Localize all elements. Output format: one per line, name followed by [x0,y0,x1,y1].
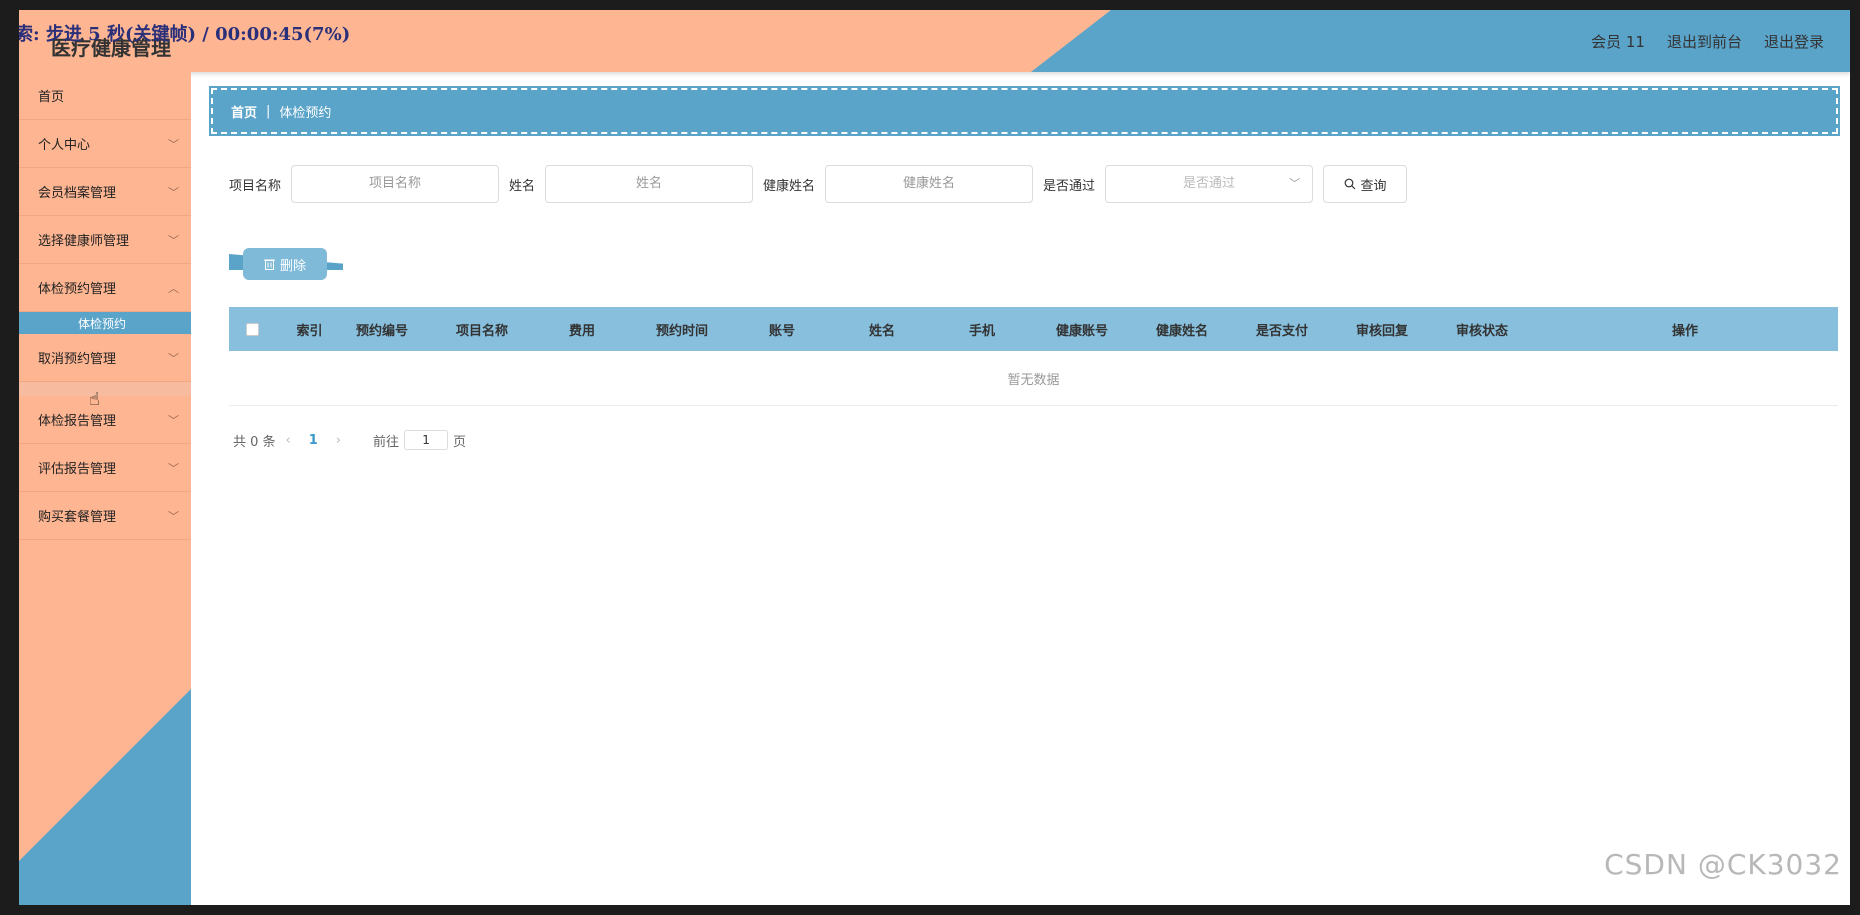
search-filters: 项目名称 项目名称 姓名 姓名 健康姓名 健康姓名 是否通过 是否通过 ﹀ 查询 [229,165,1408,203]
chevron-down-icon: ﹀ [168,462,179,475]
health-name-input[interactable]: 健康姓名 [825,165,1034,203]
submenu-item-checkup-booking[interactable]: 体检预约 [19,312,191,334]
name-input[interactable]: 姓名 [545,165,754,203]
sidebar-item-checkup-booking[interactable]: 体检预约管理 ︿ [19,264,191,312]
passed-select-placeholder: 是否通过 [1183,176,1236,191]
sidebar-item-assessment-report[interactable]: 评估报告管理 ﹀ [19,444,191,492]
chevron-down-icon: ﹀ [168,138,179,151]
project-name-label: 项目名称 [229,178,282,194]
video-overlay-text: 搜索: 步进 5 秒(关键帧) / 00:00:45(7%) [19,24,351,45]
passed-label: 是否通过 [1043,178,1096,194]
chevron-right-icon[interactable]: › [336,433,341,448]
sidebar-item-label: 体检预约管理 [38,282,117,297]
column-header: 账号 [768,323,795,339]
chevron-down-icon: ﹀ [1289,177,1301,190]
search-button-label: 查询 [1360,178,1387,194]
name-label: 姓名 [509,178,536,194]
column-header: 预约编号 [355,323,408,339]
sidebar-item-home[interactable]: 首页 [19,72,191,120]
sidebar-item-choose-health-advisor[interactable]: 选择健康师管理 ﹀ [19,216,191,264]
logout-link[interactable]: 退出登录 [1764,31,1824,52]
breadcrumb-home[interactable]: 首页 [231,102,257,121]
sidebar-item-label: 个人中心 [38,138,91,153]
sidebar-item-package-purchase[interactable]: 购买套餐管理 ﹀ [19,492,191,540]
trash-icon [263,259,275,270]
top-header: 医疗健康管理 搜索: 步进 5 秒(关键帧) / 00:00:45(7%) 会员… [19,10,1850,72]
column-header: 费用 [568,323,595,339]
delete-button[interactable]: 删除 [243,248,327,280]
sidebar-item-member-records[interactable]: 会员档案管理 ﹀ [19,168,191,216]
pagination: 共 0 条 ‹ 1 › 前往 1 页 [233,430,466,450]
chevron-down-icon: ﹀ [168,414,179,427]
column-header: 审核回复 [1355,323,1408,339]
screen-bottom-bar [0,905,1860,915]
column-header: 操作 [1671,323,1698,339]
column-header: 是否支付 [1255,323,1308,339]
pagination-total: 共 0 条 [233,434,276,450]
search-icon [1344,178,1355,190]
breadcrumb: 首页 | 体检预约 [209,86,1840,136]
sidebar-item-personal-center[interactable]: 个人中心 ﹀ [19,120,191,168]
sidebar-item-label: 首页 [38,90,65,105]
health-name-label: 健康姓名 [763,178,816,194]
table-empty-state: 暂无数据 [229,351,1838,406]
column-header: 健康姓名 [1155,323,1208,339]
column-header: 索引 [296,323,323,339]
passed-select[interactable]: 是否通过 ﹀ [1105,165,1314,203]
sidebar-item-label: 体检报告管理 [38,414,117,429]
chevron-up-icon: ︿ [168,282,179,295]
select-all-checkbox[interactable] [246,322,259,336]
project-name-input[interactable]: 项目名称 [291,165,500,203]
sidebar-item-label: 评估报告管理 [38,462,117,477]
chevron-left-icon[interactable]: ‹ [286,433,291,448]
exit-to-front-link[interactable]: 退出到前台 [1667,31,1742,52]
sidebar-item-cancel-booking[interactable]: 取消预约管理 ﹀ [19,334,191,382]
delete-button-label: 删除 [279,258,306,274]
column-header: 项目名称 [455,323,508,339]
chevron-down-icon: ﹀ [168,234,179,247]
sidebar-item-label: 选择健康师管理 [38,234,130,249]
booking-table: 索引 预约编号 项目名称 费用 预约时间 账号 姓名 手机 健康账号 健康姓名 … [229,307,1838,406]
chevron-down-icon: ﹀ [168,510,179,523]
column-header: 姓名 [868,323,895,339]
sidebar-item-label: 取消预约管理 [38,352,117,367]
breadcrumb-current: 体检预约 [279,105,332,121]
column-header: 手机 [968,323,995,339]
search-button[interactable]: 查询 [1323,165,1408,203]
sidebar-item-label: 购买套餐管理 [38,510,117,525]
pagination-current-page[interactable]: 1 [309,433,318,448]
column-header: 预约时间 [655,323,708,339]
sidebar-item-checkup-report[interactable]: 体检报告管理 ﹀ [19,396,191,444]
breadcrumb-separator: | [266,103,271,119]
app-window: 医疗健康管理 搜索: 步进 5 秒(关键帧) / 00:00:45(7%) 会员… [19,10,1850,905]
chevron-down-icon: ﹀ [168,186,179,199]
table-header: 索引 预约编号 项目名称 费用 预约时间 账号 姓名 手机 健康账号 健康姓名 … [229,307,1838,351]
user-label: 会员 11 [1591,33,1645,51]
pagination-goto-input[interactable]: 1 [404,430,449,450]
pagination-goto-label: 前往 [373,434,400,450]
chevron-down-icon: ﹀ [168,352,179,365]
submenu-collapsing [19,382,191,396]
header-user-actions: 会员 11 退出到前台 退出登录 [1591,31,1824,52]
hand-cursor-icon: ☝ [89,389,100,410]
csdn-watermark: CSDN @CK3032 [1604,848,1842,881]
sidebar-item-label: 会员档案管理 [38,186,117,201]
sidebar: 首页 个人中心 ﹀ 会员档案管理 ﹀ 选择健康师管理 ﹀ 体检预约管理 ︿ 体检… [19,72,191,905]
sidebar-decoration [19,689,191,905]
column-header: 审核状态 [1455,323,1508,339]
delete-button-wrap: 删除 [229,248,343,284]
pagination-page-suffix: 页 [453,434,467,450]
column-header: 健康账号 [1055,323,1108,339]
